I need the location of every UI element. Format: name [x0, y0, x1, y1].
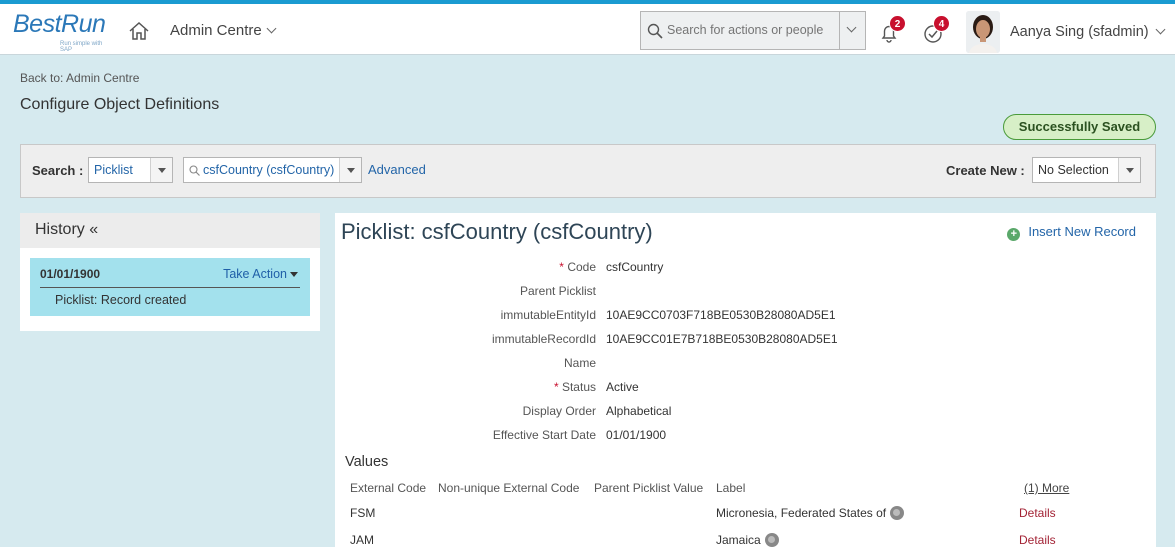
field-immutable-entity-id: immutableEntityId 10AE9CC0703F718BE0530B…	[335, 308, 935, 324]
object-type-select[interactable]: Picklist	[88, 157, 173, 183]
field-value: 10AE9CC0703F718BE0530B28080AD5E1	[606, 308, 836, 322]
column-header-label: Label	[716, 481, 746, 495]
field-label: Name	[563, 356, 596, 370]
todo-badge: 4	[933, 15, 950, 32]
required-marker: *	[553, 380, 559, 394]
history-panel: History « 01/01/1900 Take Action Picklis…	[20, 213, 320, 331]
global-search-input[interactable]	[667, 21, 837, 39]
field-label: * Code	[559, 260, 596, 274]
avatar[interactable]	[966, 11, 1000, 53]
user-name: Aanya Sing (sfadmin)	[1010, 24, 1149, 40]
top-bar: BestRun Run simple with SAP Admin Centre…	[0, 0, 1175, 55]
create-new-select[interactable]: No Selection	[1032, 157, 1141, 183]
insert-new-record-button[interactable]: + Insert New Record	[1007, 224, 1136, 241]
details-link[interactable]: Details	[1019, 506, 1056, 520]
global-search[interactable]	[640, 11, 866, 50]
divider	[40, 287, 300, 288]
home-icon[interactable]	[128, 21, 150, 41]
field-label: immutableRecordId	[491, 332, 596, 346]
user-menu[interactable]: Aanya Sing (sfadmin)	[1010, 24, 1166, 40]
globe-icon[interactable]	[764, 533, 779, 547]
field-display-order: Display Order Alphabetical	[335, 404, 935, 420]
search-icon	[647, 23, 663, 39]
history-item-description: Picklist: Record created	[55, 293, 187, 307]
field-code: * Code csfCountry	[335, 260, 935, 276]
record-title: Picklist: csfCountry (csfCountry)	[341, 219, 653, 244]
notifications-badge: 2	[889, 15, 906, 32]
logo-text: BestRun	[13, 10, 106, 38]
search-icon	[189, 165, 200, 176]
take-action-label: Take Action	[223, 267, 287, 281]
field-value: Alphabetical	[606, 404, 672, 418]
dropdown-arrow-icon[interactable]	[150, 158, 172, 182]
object-value: csfCountry (csfCountry)	[203, 163, 335, 177]
column-header-parent-value: Parent Picklist Value	[594, 481, 704, 495]
field-label: Effective Start Date	[492, 428, 596, 442]
record-panel: Picklist: csfCountry (csfCountry) + Inser…	[335, 213, 1156, 547]
required-marker: *	[559, 260, 564, 274]
dropdown-arrow-icon[interactable]	[339, 158, 361, 182]
chevron-down-icon	[266, 23, 277, 34]
details-link[interactable]: Details	[1019, 533, 1056, 547]
row-external-code: JAM	[350, 533, 374, 547]
history-item-date: 01/01/1900	[40, 267, 101, 281]
column-header-non-unique-code: Non-unique External Code	[438, 481, 580, 495]
field-parent-picklist: Parent Picklist	[335, 284, 935, 300]
search-dropdown-button[interactable]	[839, 12, 865, 49]
globe-icon[interactable]	[890, 506, 905, 520]
plus-circle-icon: +	[1007, 228, 1021, 241]
chevron-down-icon	[1155, 24, 1166, 35]
insert-new-record-label: Insert New Record	[1028, 224, 1136, 239]
field-label: * Status	[553, 380, 596, 394]
todo-button[interactable]: 4	[922, 15, 950, 44]
avatar-image	[966, 11, 1000, 53]
take-action-menu[interactable]: Take Action	[223, 267, 298, 281]
field-value: 10AE9CC01E7B718BE0530B28080AD5E1	[606, 332, 838, 346]
field-immutable-record-id: immutableRecordId 10AE9CC01E7B718BE0530B…	[335, 332, 935, 348]
logo-tagline: Run simple with SAP	[60, 41, 103, 53]
notifications-button[interactable]: 2	[878, 15, 906, 44]
column-header-external-code: External Code	[350, 481, 427, 495]
object-search-bar: Search : Picklist csfCountry (csfCountry…	[20, 144, 1156, 198]
search-label: Search :	[32, 163, 84, 178]
field-value: Active	[606, 380, 639, 394]
advanced-search-link[interactable]: Advanced	[368, 162, 426, 177]
field-label: Parent Picklist	[519, 284, 596, 298]
success-banner: Successfully Saved	[1003, 114, 1156, 140]
create-new-label: Create New :	[946, 163, 1025, 178]
page-title: Configure Object Definitions	[20, 96, 220, 113]
field-value: 01/01/1900	[606, 428, 667, 442]
object-select[interactable]: csfCountry (csfCountry)	[183, 157, 362, 183]
admin-centre-menu[interactable]: Admin Centre	[170, 22, 277, 39]
row-external-code: FSM	[350, 506, 376, 520]
field-value: csfCountry	[606, 260, 664, 274]
row-label: Micronesia, Federated States of	[716, 506, 905, 520]
dropdown-arrow-icon[interactable]	[1118, 158, 1140, 182]
admin-centre-label: Admin Centre	[170, 22, 262, 39]
values-section-title: Values	[345, 454, 389, 470]
object-type-value: Picklist	[94, 163, 133, 177]
chevron-down-icon	[846, 22, 857, 33]
field-status: * Status Active	[335, 380, 935, 396]
bestrun-logo[interactable]: BestRun Run simple with SAP	[13, 10, 113, 53]
history-item[interactable]: 01/01/1900 Take Action Picklist: Record …	[30, 258, 310, 316]
caret-down-icon	[290, 272, 298, 277]
field-label: immutableEntityId	[500, 308, 596, 322]
more-columns-link[interactable]: (1) More	[1024, 481, 1069, 495]
back-link[interactable]: Back to: Admin Centre	[20, 71, 139, 85]
field-effective-start-date: Effective Start Date 01/01/1900	[335, 428, 935, 444]
history-title[interactable]: History «	[20, 213, 320, 248]
create-new-value: No Selection	[1038, 163, 1109, 177]
row-label: Jamaica	[716, 533, 779, 547]
field-label: Display Order	[522, 404, 596, 418]
field-name: Name	[335, 356, 935, 372]
